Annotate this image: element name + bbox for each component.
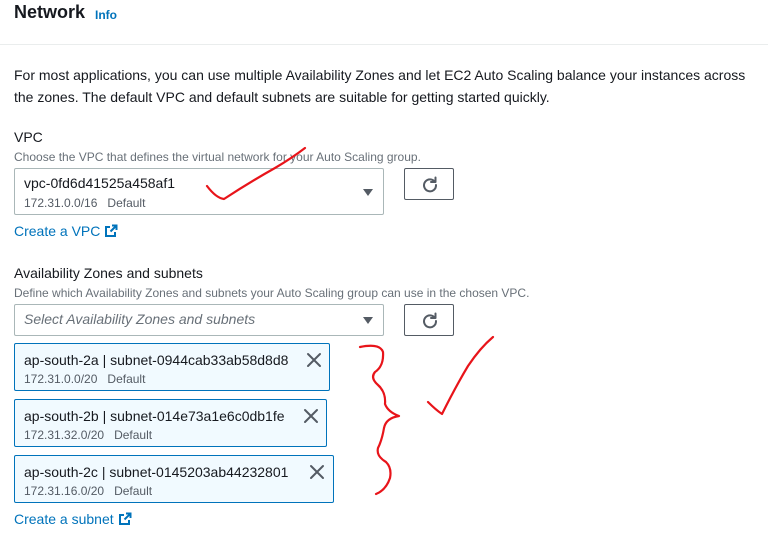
vpc-selected-value: vpc-0fd6d41525a458af1	[24, 175, 176, 191]
vpc-select[interactable]: vpc-0fd6d41525a458af1 172.31.0.0/16 Defau…	[14, 168, 384, 215]
section-header: Network Info	[0, 0, 768, 45]
subnet-default-tag: Default	[114, 484, 153, 498]
external-link-icon	[105, 224, 118, 237]
vpc-cidr: 172.31.0.0/16	[24, 196, 98, 210]
subnet-token-details: 172.31.16.0/20 Default	[24, 484, 152, 498]
refresh-icon	[423, 312, 438, 329]
external-link-icon	[118, 512, 132, 525]
subnet-token-value: ap-south-2b | subnet-014e73a1e6c0db1fe	[24, 408, 285, 424]
close-icon[interactable]	[303, 408, 319, 424]
subnet-token-details: 172.31.0.0/20 Default	[24, 372, 145, 386]
subnet-token: ap-south-2c | subnet-0145203ab44232801 1…	[14, 455, 334, 503]
create-vpc-link-label: Create a VPC	[14, 223, 101, 239]
subnet-token-value: ap-south-2a | subnet-0944cab33ab58d8d8	[24, 352, 289, 368]
caret-down-icon	[363, 189, 373, 196]
subnet-cidr: 172.31.0.0/20	[24, 372, 98, 386]
subnet-token: ap-south-2a | subnet-0944cab33ab58d8d8 1…	[14, 343, 330, 391]
subnets-description: Define which Availability Zones and subn…	[14, 286, 530, 300]
vpc-description: Choose the VPC that defines the virtual …	[14, 150, 421, 164]
caret-down-icon	[363, 317, 373, 324]
vpc-selected-details: 172.31.0.0/16 Default	[24, 196, 145, 210]
info-link[interactable]: Info	[95, 8, 117, 22]
create-subnet-link-label: Create a subnet	[14, 511, 114, 527]
subnet-token: ap-south-2b | subnet-014e73a1e6c0db1fe 1…	[14, 399, 327, 447]
vpc-default-tag: Default	[107, 196, 146, 210]
create-vpc-link[interactable]: Create a VPC	[14, 223, 118, 239]
subnet-brace	[358, 344, 401, 496]
create-subnet-link[interactable]: Create a subnet	[14, 511, 132, 527]
subnet-default-tag: Default	[114, 428, 153, 442]
subnet-cidr: 172.31.16.0/20	[24, 484, 105, 498]
vpc-refresh-button[interactable]	[404, 168, 454, 200]
subnet-default-tag: Default	[107, 372, 146, 386]
vpc-label: VPC	[14, 129, 43, 145]
subnets-label: Availability Zones and subnets	[14, 265, 203, 281]
subnets-placeholder: Select Availability Zones and subnets	[24, 311, 256, 327]
intro-text: For most applications, you can use multi…	[14, 67, 746, 105]
subnet-checkmark	[426, 335, 495, 416]
section-title: Network	[14, 2, 86, 22]
subnet-token-details: 172.31.32.0/20 Default	[24, 428, 152, 442]
subnets-refresh-button[interactable]	[404, 304, 454, 336]
close-icon[interactable]	[306, 352, 322, 368]
subnets-select[interactable]: Select Availability Zones and subnets	[14, 304, 384, 336]
close-icon[interactable]	[309, 464, 325, 480]
subnet-cidr: 172.31.32.0/20	[24, 428, 105, 442]
refresh-icon	[423, 176, 438, 193]
subnet-token-value: ap-south-2c | subnet-0145203ab44232801	[24, 464, 289, 480]
network-panel: Network Info For most applications, you …	[0, 0, 768, 535]
